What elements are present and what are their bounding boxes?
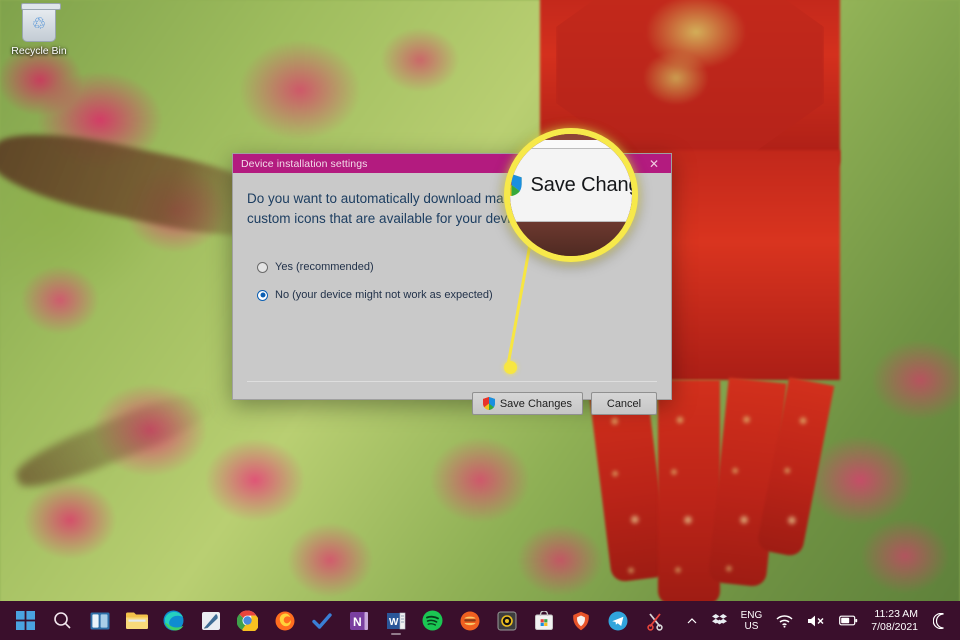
taskbar-item-todoist[interactable] bbox=[306, 605, 337, 636]
desktop-icon-recycle-bin[interactable]: ♲ Recycle Bin bbox=[4, 4, 74, 57]
close-icon[interactable]: ✕ bbox=[637, 154, 671, 173]
uac-shield-icon bbox=[483, 397, 495, 410]
magnifier-callout: Save Changes bbox=[504, 128, 638, 262]
task-view-icon bbox=[90, 612, 110, 630]
save-changes-button[interactable]: Save Changes bbox=[472, 392, 583, 415]
taskbar-item-snipping-tool[interactable] bbox=[639, 605, 670, 636]
clock-time: 11:23 AM bbox=[871, 608, 918, 621]
taskbar-item-spotify[interactable] bbox=[417, 605, 448, 636]
recycle-symbol-icon: ♲ bbox=[32, 17, 46, 33]
search-icon bbox=[53, 611, 72, 630]
tray-item-notifications[interactable] bbox=[926, 605, 954, 637]
language-line-2: US bbox=[741, 621, 763, 632]
magnifier-dialog-edge bbox=[504, 140, 638, 148]
taskbar-clock[interactable]: 11:23 AM 7/08/2021 bbox=[865, 608, 926, 634]
tray-item-language[interactable]: ENG US bbox=[734, 605, 770, 637]
taskbar-item-microsoft-store[interactable] bbox=[528, 605, 559, 636]
clock-date: 7/08/2021 bbox=[871, 621, 918, 634]
sticky-notes-icon bbox=[201, 611, 221, 631]
folder-icon bbox=[126, 611, 148, 630]
language-line-1: ENG bbox=[741, 610, 763, 621]
start-icon bbox=[16, 611, 35, 630]
tray-item-network[interactable] bbox=[769, 605, 800, 637]
speaker-muted-icon bbox=[807, 614, 825, 628]
radio-option-no[interactable]: No (your device might not work as expect… bbox=[257, 289, 657, 301]
recycle-bin-label: Recycle Bin bbox=[4, 45, 74, 57]
radio-yes-icon[interactable] bbox=[257, 262, 268, 273]
taskbar-item-task-view[interactable] bbox=[84, 605, 115, 636]
firefox-icon bbox=[275, 611, 295, 631]
tray-overflow-button[interactable] bbox=[679, 605, 705, 637]
taskbar-item-file-explorer[interactable] bbox=[121, 605, 152, 636]
taskbar: N W bbox=[0, 601, 960, 640]
taskbar-item-edge[interactable] bbox=[158, 605, 189, 636]
taskbar-item-brave[interactable] bbox=[565, 605, 596, 636]
tray-item-volume[interactable] bbox=[800, 605, 832, 637]
taskbar-item-chrome[interactable] bbox=[232, 605, 263, 636]
microsoft-store-icon bbox=[534, 611, 554, 631]
dialog-button-bar: Save Changes Cancel bbox=[472, 392, 657, 415]
battery-icon bbox=[839, 614, 858, 627]
dropbox-icon bbox=[712, 613, 727, 628]
radio-yes-label: Yes (recommended) bbox=[275, 261, 374, 273]
magnified-save-changes-label: Save Changes bbox=[530, 174, 638, 197]
cancel-button[interactable]: Cancel bbox=[591, 392, 657, 415]
dialog-title: Device installation settings bbox=[241, 158, 368, 170]
system-tray: ENG US bbox=[679, 605, 960, 637]
desktop-screen: ♲ Recycle Bin Device installation settin… bbox=[0, 0, 960, 640]
taskbar-item-sticky-notes[interactable] bbox=[195, 605, 226, 636]
radio-no-label: No (your device might not work as expect… bbox=[275, 289, 493, 301]
spotify-icon bbox=[422, 610, 443, 631]
radio-option-yes[interactable]: Yes (recommended) bbox=[257, 261, 657, 273]
tray-item-dropbox[interactable] bbox=[705, 605, 734, 637]
edge-icon bbox=[163, 610, 184, 631]
word-icon: W bbox=[386, 611, 406, 631]
svg-text:W: W bbox=[389, 617, 399, 628]
chrome-icon bbox=[237, 610, 258, 631]
svg-text:N: N bbox=[353, 615, 362, 629]
scissors-icon bbox=[645, 611, 665, 631]
onenote-icon: N bbox=[349, 611, 369, 631]
taskbar-item-search[interactable] bbox=[47, 605, 78, 636]
tray-item-battery[interactable] bbox=[832, 605, 865, 637]
wifi-icon bbox=[776, 614, 793, 628]
save-changes-label: Save Changes bbox=[500, 398, 572, 410]
burger-icon bbox=[460, 611, 480, 631]
magnified-save-changes-button: Save Changes bbox=[504, 148, 638, 222]
taskbar-item-start[interactable] bbox=[10, 605, 41, 636]
camera-app-icon bbox=[497, 611, 517, 631]
check-icon bbox=[312, 611, 332, 631]
callout-target-dot bbox=[504, 361, 517, 374]
taskbar-item-word[interactable]: W bbox=[380, 605, 411, 636]
radio-no-icon[interactable] bbox=[257, 290, 268, 301]
uac-shield-icon bbox=[504, 174, 522, 196]
recycle-bin-icon: ♲ bbox=[22, 6, 56, 42]
taskbar-item-burger-app[interactable] bbox=[454, 605, 485, 636]
cancel-label: Cancel bbox=[607, 398, 641, 410]
brave-icon bbox=[571, 611, 591, 631]
telegram-icon bbox=[608, 611, 628, 631]
taskbar-item-telegram[interactable] bbox=[602, 605, 633, 636]
taskbar-item-onenote[interactable]: N bbox=[343, 605, 374, 636]
moon-icon bbox=[933, 613, 947, 629]
chevron-up-icon bbox=[686, 615, 698, 627]
taskbar-app-list: N W bbox=[0, 605, 670, 636]
taskbar-item-firefox[interactable] bbox=[269, 605, 300, 636]
dialog-separator bbox=[247, 381, 657, 382]
taskbar-item-camera-app[interactable] bbox=[491, 605, 522, 636]
taskbar-running-indicator bbox=[391, 633, 401, 635]
